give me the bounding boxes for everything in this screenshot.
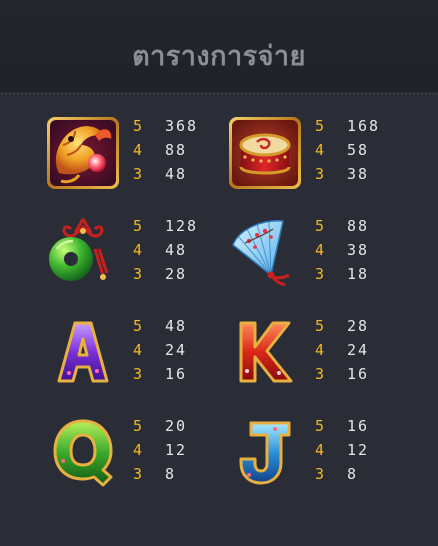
match-count: 3 xyxy=(315,465,325,483)
payout-value: 88 xyxy=(165,141,188,159)
letter-k-icon xyxy=(227,315,303,391)
paytable-grid: 5 368 4 88 3 48 5 168 4 58 3 38 5 128 4 … xyxy=(0,96,438,546)
payout-value: 58 xyxy=(347,141,370,159)
match-count: 4 xyxy=(315,241,325,259)
letter-a-icon xyxy=(45,315,121,391)
payout-value: 48 xyxy=(165,241,188,259)
folding-fan-icon xyxy=(227,215,303,291)
payout-value: 12 xyxy=(165,441,188,459)
payout-value: 8 xyxy=(165,465,177,483)
match-count: 3 xyxy=(315,165,325,183)
payout-row: 5 168 xyxy=(315,114,425,138)
match-count: 4 xyxy=(133,341,143,359)
match-count: 3 xyxy=(133,265,143,283)
payout-row: 5 28 xyxy=(315,314,425,338)
payout-row: 4 12 xyxy=(315,438,425,462)
paytable-entry-fan: 5 88 4 38 3 18 xyxy=(227,215,427,295)
letter-q-icon xyxy=(45,415,121,491)
payout-row: 4 24 xyxy=(315,338,425,362)
letter-j-icon xyxy=(227,415,303,491)
payout-value: 24 xyxy=(347,341,370,359)
payout-list: 5 28 4 24 3 16 xyxy=(315,314,425,386)
payout-row: 5 88 xyxy=(315,214,425,238)
match-count: 4 xyxy=(315,341,325,359)
payout-list: 5 168 4 58 3 38 xyxy=(315,114,425,186)
paytable-entry-k: 5 28 4 24 3 16 xyxy=(227,315,427,395)
match-count: 5 xyxy=(133,317,143,335)
payout-value: 24 xyxy=(165,341,188,359)
paytable-entry-carp: 5 368 4 88 3 48 xyxy=(45,115,245,195)
match-count: 3 xyxy=(315,365,325,383)
page-title: ตารางการจ่าย xyxy=(132,41,306,72)
payout-row: 4 58 xyxy=(315,138,425,162)
match-count: 4 xyxy=(133,441,143,459)
payout-row: 3 16 xyxy=(315,362,425,386)
payout-list: 5 88 4 38 3 18 xyxy=(315,214,425,286)
golden-carp-icon xyxy=(45,115,121,191)
paytable-entry-drum: 5 168 4 58 3 38 xyxy=(227,115,427,195)
payout-value: 48 xyxy=(165,317,188,335)
match-count: 4 xyxy=(315,441,325,459)
jade-pendant-icon xyxy=(45,215,121,291)
match-count: 5 xyxy=(315,117,325,135)
payout-row: 3 18 xyxy=(315,262,425,286)
match-count: 5 xyxy=(133,217,143,235)
payout-value: 28 xyxy=(165,265,188,283)
payout-value: 168 xyxy=(347,117,381,135)
match-count: 4 xyxy=(133,241,143,259)
paytable-header: ตารางการจ่าย xyxy=(0,0,438,92)
match-count: 5 xyxy=(133,117,143,135)
payout-value: 18 xyxy=(347,265,370,283)
match-count: 3 xyxy=(133,165,143,183)
match-count: 4 xyxy=(133,141,143,159)
payout-value: 28 xyxy=(347,317,370,335)
match-count: 3 xyxy=(133,365,143,383)
match-count: 5 xyxy=(315,217,325,235)
red-drum-icon xyxy=(227,115,303,191)
match-count: 5 xyxy=(315,417,325,435)
payout-value: 16 xyxy=(347,417,370,435)
payout-value: 12 xyxy=(347,441,370,459)
payout-list: 5 16 4 12 38 xyxy=(315,414,425,486)
match-count: 5 xyxy=(315,317,325,335)
match-count: 4 xyxy=(315,141,325,159)
payout-value: 128 xyxy=(165,217,199,235)
paytable-entry-a: 5 48 4 24 3 16 xyxy=(45,315,245,395)
payout-value: 38 xyxy=(347,241,370,259)
paytable-entry-jade: 5 128 4 48 3 28 xyxy=(45,215,245,295)
payout-value: 8 xyxy=(347,465,359,483)
payout-value: 88 xyxy=(347,217,370,235)
payout-value: 368 xyxy=(165,117,199,135)
match-count: 3 xyxy=(315,265,325,283)
paytable-entry-j: 5 16 4 12 38 xyxy=(227,415,427,495)
payout-value: 16 xyxy=(165,365,188,383)
match-count: 5 xyxy=(133,417,143,435)
payout-value: 48 xyxy=(165,165,188,183)
match-count: 3 xyxy=(133,465,143,483)
payout-row: 3 38 xyxy=(315,162,425,186)
payout-row: 5 16 xyxy=(315,414,425,438)
paytable-entry-q: 5 20 4 12 3 8 xyxy=(45,415,245,495)
payout-value: 38 xyxy=(347,165,370,183)
payout-value: 20 xyxy=(165,417,188,435)
payout-row: 38 xyxy=(315,462,425,486)
payout-value: 16 xyxy=(347,365,370,383)
payout-row: 4 38 xyxy=(315,238,425,262)
